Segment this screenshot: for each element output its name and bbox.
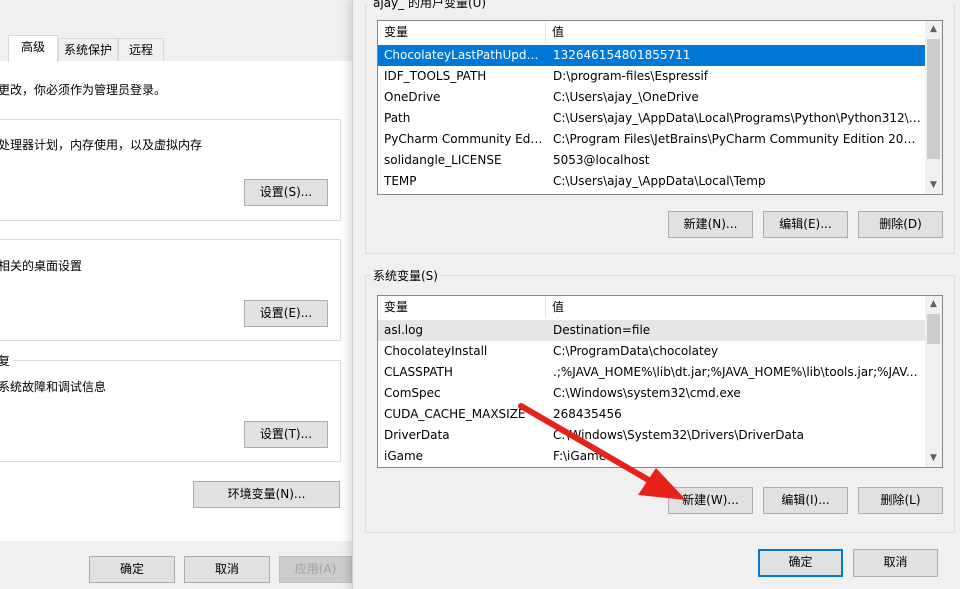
column-header-variable[interactable]: 变量	[378, 296, 546, 318]
system-delete-button[interactable]: 删除(L)	[858, 487, 943, 514]
performance-description: 处理器计划，内存使用，以及虚拟内存	[0, 138, 203, 152]
user-delete-button[interactable]: 删除(D)	[858, 211, 943, 238]
variable-value-cell: D:\program-files\Espressif	[553, 69, 709, 83]
variable-value-cell: C:\Users\ajay_\AppData\Local\Temp	[553, 174, 766, 188]
env-ok-button[interactable]: 确定	[758, 549, 843, 577]
table-row[interactable]: TEMP C:\Users\ajay_\AppData\Local\Temp	[378, 171, 926, 192]
table-row[interactable]: Path C:\Users\ajay_\AppData\Local\Program…	[378, 108, 926, 129]
variable-value-cell: C:\Windows\system32\cmd.exe	[553, 386, 741, 400]
table-row[interactable]: CUDA_CACHE_MAXSIZE 268435456	[378, 404, 926, 425]
variable-name-cell: Path	[384, 111, 411, 125]
variable-name-cell: iGame	[384, 449, 424, 463]
variable-name-cell: CLASSPATH	[384, 365, 453, 379]
variable-name-cell: DriverData	[384, 428, 450, 442]
table-row[interactable]: solidangle_LICENSE 5053@localhost	[378, 150, 926, 171]
variable-name-cell: solidangle_LICENSE	[384, 153, 502, 167]
user-new-button[interactable]: 新建(N)...	[668, 211, 753, 238]
variable-value-cell: F:\iGame	[553, 449, 607, 463]
startup-recovery-title: 复	[0, 352, 14, 369]
system-new-button[interactable]: 新建(W)...	[668, 487, 753, 514]
variable-value-cell: 132646154801855711	[553, 48, 691, 62]
variable-name-cell: asl.log	[384, 323, 424, 337]
system-properties-dialog: 高级 系统保护 远程 更改，你必须作为管理员登录。 处理器计划，内存使用，以及虚…	[0, 0, 352, 589]
variable-value-cell: C:\Windows\System32\Drivers\DriverData	[553, 428, 804, 442]
scroll-up-icon[interactable]: ▲	[925, 296, 942, 313]
column-header-value[interactable]: 值	[546, 21, 926, 43]
table-row[interactable]: iGame F:\iGame	[378, 446, 926, 467]
system-variables-scrollbar[interactable]: ▲ ▼	[925, 296, 942, 467]
variable-value-cell: C:\Users\ajay_\OneDrive	[553, 90, 699, 104]
variable-value-cell: C:\ProgramData\chocolatey	[553, 344, 719, 358]
variable-name-cell: IDF_TOOLS_PATH	[384, 69, 487, 83]
env-cancel-button[interactable]: 取消	[853, 549, 938, 577]
scroll-up-icon[interactable]: ▲	[925, 21, 942, 38]
tab-system-protection[interactable]: 系统保护	[58, 38, 118, 62]
apply-button[interactable]: 应用(A)	[279, 556, 352, 583]
user-variables-header: 变量 值	[378, 21, 926, 43]
variable-value-cell: 5053@localhost	[553, 153, 650, 167]
variable-name-cell: CUDA_CACHE_MAXSIZE	[384, 407, 526, 421]
variable-name-cell: ComSpec	[384, 386, 441, 400]
environment-variables-dialog: ajay_ 的用户变量(U) 变量 值 ChocolateyLastPathUp…	[352, 0, 960, 589]
table-row[interactable]: ChocolateyInstall C:\ProgramData\chocolat…	[378, 341, 926, 362]
column-header-value[interactable]: 值	[546, 296, 926, 318]
variable-name-cell: TEMP	[384, 174, 417, 188]
user-profiles-settings-button[interactable]: 设置(E)...	[244, 300, 328, 327]
environment-variables-button[interactable]: 环境变量(N)...	[193, 481, 340, 508]
table-row[interactable]: IDF_TOOLS_PATH D:\program-files\Espressif	[378, 66, 926, 87]
scroll-down-icon[interactable]: ▼	[925, 450, 942, 467]
table-row[interactable]: ChocolateyLastPathUpdate 1326461548018557…	[378, 45, 926, 66]
scroll-down-icon[interactable]: ▼	[925, 177, 942, 194]
user-profiles-description: 相关的桌面设置	[0, 259, 83, 273]
user-variables-list[interactable]: 变量 值 ChocolateyLastPathUpdate 13264615480…	[377, 20, 943, 195]
advanced-tab-panel: 更改，你必须作为管理员登录。 处理器计划，内存使用，以及虚拟内存 设置(S)..…	[0, 61, 352, 541]
variable-value-cell: C:\Program Files\JetBrains\PyCharm Commu…	[553, 132, 921, 146]
tab-advanced[interactable]: 高级	[8, 35, 58, 62]
user-variables-title: ajay_ 的用户变量(U)	[370, 0, 490, 11]
system-properties-footer: 确定 取消 应用(A)	[0, 541, 352, 589]
ok-button[interactable]: 确定	[89, 556, 175, 583]
user-edit-button[interactable]: 编辑(E)...	[763, 211, 848, 238]
table-row[interactable]: OneDrive C:\Users\ajay_\OneDrive	[378, 87, 926, 108]
variable-value-cell: .;%JAVA_HOME%\lib\dt.jar;%JAVA_HOME%\lib…	[553, 365, 918, 379]
user-variables-scrollbar[interactable]: ▲ ▼	[925, 21, 942, 194]
system-variables-list[interactable]: 变量 值 asl.log Destination=file ChocolateyIn…	[377, 295, 943, 468]
performance-settings-button[interactable]: 设置(S)...	[244, 179, 328, 206]
system-variables-header: 变量 值	[378, 296, 926, 318]
variable-value-cell: Destination=file	[553, 323, 651, 337]
table-row[interactable]: DriverData C:\Windows\System32\Drivers\Dr…	[378, 425, 926, 446]
variable-name-cell: OneDrive	[384, 90, 441, 104]
variable-name-cell: ChocolateyInstall	[384, 344, 488, 358]
scroll-thumb[interactable]	[927, 314, 940, 344]
table-row[interactable]: PyCharm Community Editi... C:\Program Fil…	[378, 129, 926, 150]
startup-recovery-settings-button[interactable]: 设置(T)...	[244, 421, 328, 448]
startup-recovery-description: 系统故障和调试信息	[0, 380, 107, 394]
variable-value-cell: 268435456	[553, 407, 622, 421]
variable-name-cell: PyCharm Community Editi...	[384, 132, 544, 146]
tab-remote[interactable]: 远程	[118, 38, 164, 62]
variable-value-cell: C:\Users\ajay_\AppData\Local\Programs\Py…	[553, 111, 921, 125]
column-header-variable[interactable]: 变量	[378, 21, 546, 43]
system-variables-title: 系统变量(S)	[370, 267, 441, 284]
scroll-thumb[interactable]	[927, 39, 940, 159]
cancel-button[interactable]: 取消	[184, 556, 270, 583]
table-row[interactable]: ComSpec C:\Windows\system32\cmd.exe	[378, 383, 926, 404]
system-edit-button[interactable]: 编辑(I)...	[763, 487, 848, 514]
variable-name-cell: ChocolateyLastPathUpdate	[384, 48, 544, 62]
table-row[interactable]: asl.log Destination=file	[378, 320, 926, 341]
admin-note: 更改，你必须作为管理员登录。	[0, 83, 167, 97]
table-row[interactable]: CLASSPATH .;%JAVA_HOME%\lib\dt.jar;%JAVA_…	[378, 362, 926, 383]
